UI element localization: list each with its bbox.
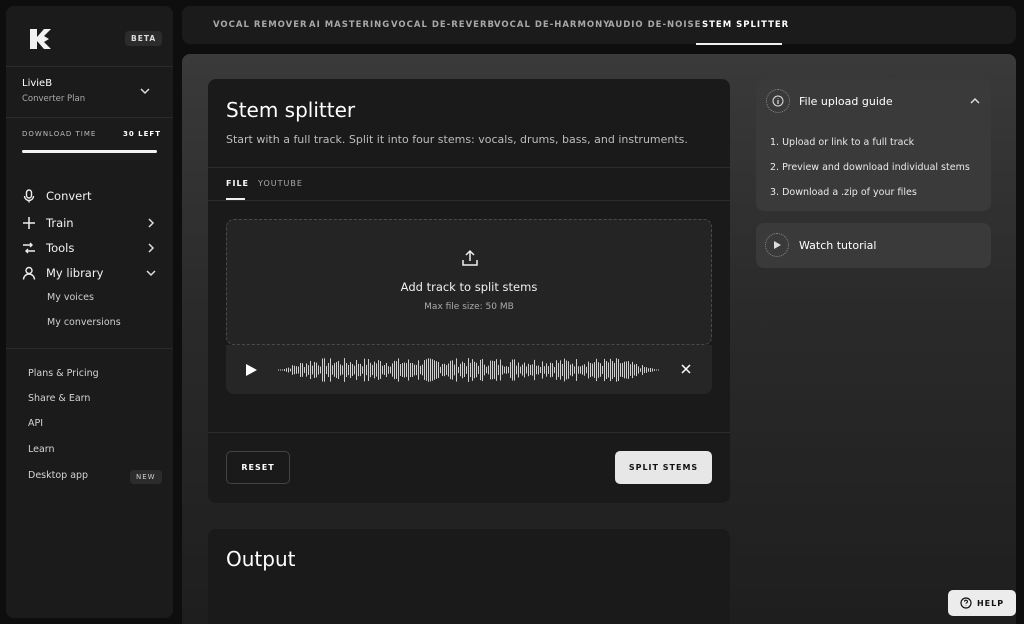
guide-step: 2. Preview and download individual stems <box>770 162 970 173</box>
guide-step: 1. Upload or link to a full track <box>770 137 915 148</box>
chevron-down-icon[interactable] <box>145 267 157 279</box>
waveform[interactable] <box>278 357 660 383</box>
download-progress-fill <box>22 150 157 153</box>
tools-icon <box>22 241 36 255</box>
chevron-down-icon[interactable] <box>139 85 151 97</box>
new-badge: NEW <box>130 470 162 484</box>
link-share-earn[interactable]: Share & Earn <box>28 393 90 404</box>
link-api[interactable]: API <box>28 418 43 429</box>
upload-icon <box>462 249 478 266</box>
sidebar-item-label: Convert <box>46 189 92 203</box>
info-icon <box>766 89 790 113</box>
sidebar-subitem-my-conversions[interactable]: My conversions <box>47 317 121 328</box>
card-divider <box>208 200 730 201</box>
stem-splitter-card: Stem splitter Start with a full track. S… <box>208 79 730 503</box>
split-stems-button[interactable]: SPLIT STEMS <box>615 451 712 484</box>
download-time-left: 30 LEFT <box>123 130 161 138</box>
sidebar: BETA LivieB Converter Plan DOWNLOAD TIME… <box>6 6 173 618</box>
sidebar-item-label: Train <box>46 216 74 230</box>
download-time-label: DOWNLOAD TIME <box>22 130 97 138</box>
plus-icon <box>22 216 36 230</box>
dropzone-subtitle: Max file size: 50 MB <box>424 302 514 312</box>
chevron-right-icon[interactable] <box>145 217 157 229</box>
user-menu[interactable]: LivieB Converter Plan <box>6 66 173 118</box>
tab-ai-mastering[interactable]: AI MASTERING <box>309 20 390 30</box>
chevron-right-icon[interactable] <box>145 242 157 254</box>
user-icon <box>22 266 36 280</box>
user-plan: Converter Plan <box>22 94 86 104</box>
link-desktop-app[interactable]: Desktop app <box>28 470 88 481</box>
sidebar-divider <box>6 348 173 349</box>
play-icon <box>765 233 789 257</box>
tab-youtube[interactable]: YOUTUBE <box>258 179 303 188</box>
link-learn[interactable]: Learn <box>28 444 55 455</box>
card-divider <box>208 432 730 433</box>
user-name: LivieB <box>22 78 53 89</box>
beta-badge: BETA <box>125 31 163 46</box>
sidebar-item-train[interactable]: Train <box>22 213 157 233</box>
output-title: Output <box>226 547 296 571</box>
tab-stem-splitter[interactable]: STEM SPLITTER <box>702 20 789 30</box>
chevron-up-icon[interactable] <box>969 95 981 107</box>
guide-step: 3. Download a .zip of your files <box>770 187 917 198</box>
tab-vocal-remover[interactable]: VOCAL REMOVER <box>213 20 308 30</box>
page-description: Start with a full track. Split it into f… <box>226 133 688 146</box>
help-icon <box>960 597 972 609</box>
close-icon[interactable] <box>680 363 692 375</box>
help-button[interactable]: HELP <box>948 590 1016 616</box>
file-dropzone[interactable]: Add track to split stems Max file size: … <box>226 219 712 345</box>
tab-audio-de-noise[interactable]: AUDIO DE-NOISE <box>608 20 701 30</box>
page-title: Stem splitter <box>226 98 356 122</box>
guide-title: File upload guide <box>799 95 893 108</box>
tab-vocal-de-harmony[interactable]: VOCAL DE-HARMONY <box>494 20 610 30</box>
card-divider <box>208 167 730 168</box>
sidebar-item-label: Tools <box>46 241 75 255</box>
tab-vocal-de-reverb[interactable]: VOCAL DE-REVERB <box>391 20 495 30</box>
watch-tutorial-button[interactable]: Watch tutorial <box>756 223 991 268</box>
logo-icon[interactable] <box>28 28 54 50</box>
help-label: HELP <box>976 598 1005 608</box>
reset-button[interactable]: RESET <box>226 451 290 484</box>
file-upload-guide[interactable]: File upload guide 1. Upload or link to a… <box>756 79 991 211</box>
sidebar-item-convert[interactable]: Convert <box>22 186 157 206</box>
active-tab-indicator <box>696 43 782 45</box>
top-tab-bar: VOCAL REMOVER AI MASTERING VOCAL DE-REVE… <box>182 6 1016 45</box>
play-icon[interactable] <box>244 363 258 377</box>
audio-player <box>226 345 712 394</box>
download-progress-bar <box>22 150 157 153</box>
dropzone-title: Add track to split stems <box>400 280 538 294</box>
sidebar-item-my-library[interactable]: My library <box>22 263 157 283</box>
tab-file[interactable]: FILE <box>226 179 249 188</box>
output-card: Output <box>208 529 730 624</box>
sidebar-item-label: My library <box>46 266 104 280</box>
sidebar-item-tools[interactable]: Tools <box>22 238 157 258</box>
tutorial-title: Watch tutorial <box>799 239 877 252</box>
sidebar-subitem-my-voices[interactable]: My voices <box>47 292 94 303</box>
link-plans-pricing[interactable]: Plans & Pricing <box>28 368 99 379</box>
microphone-icon <box>22 189 36 203</box>
